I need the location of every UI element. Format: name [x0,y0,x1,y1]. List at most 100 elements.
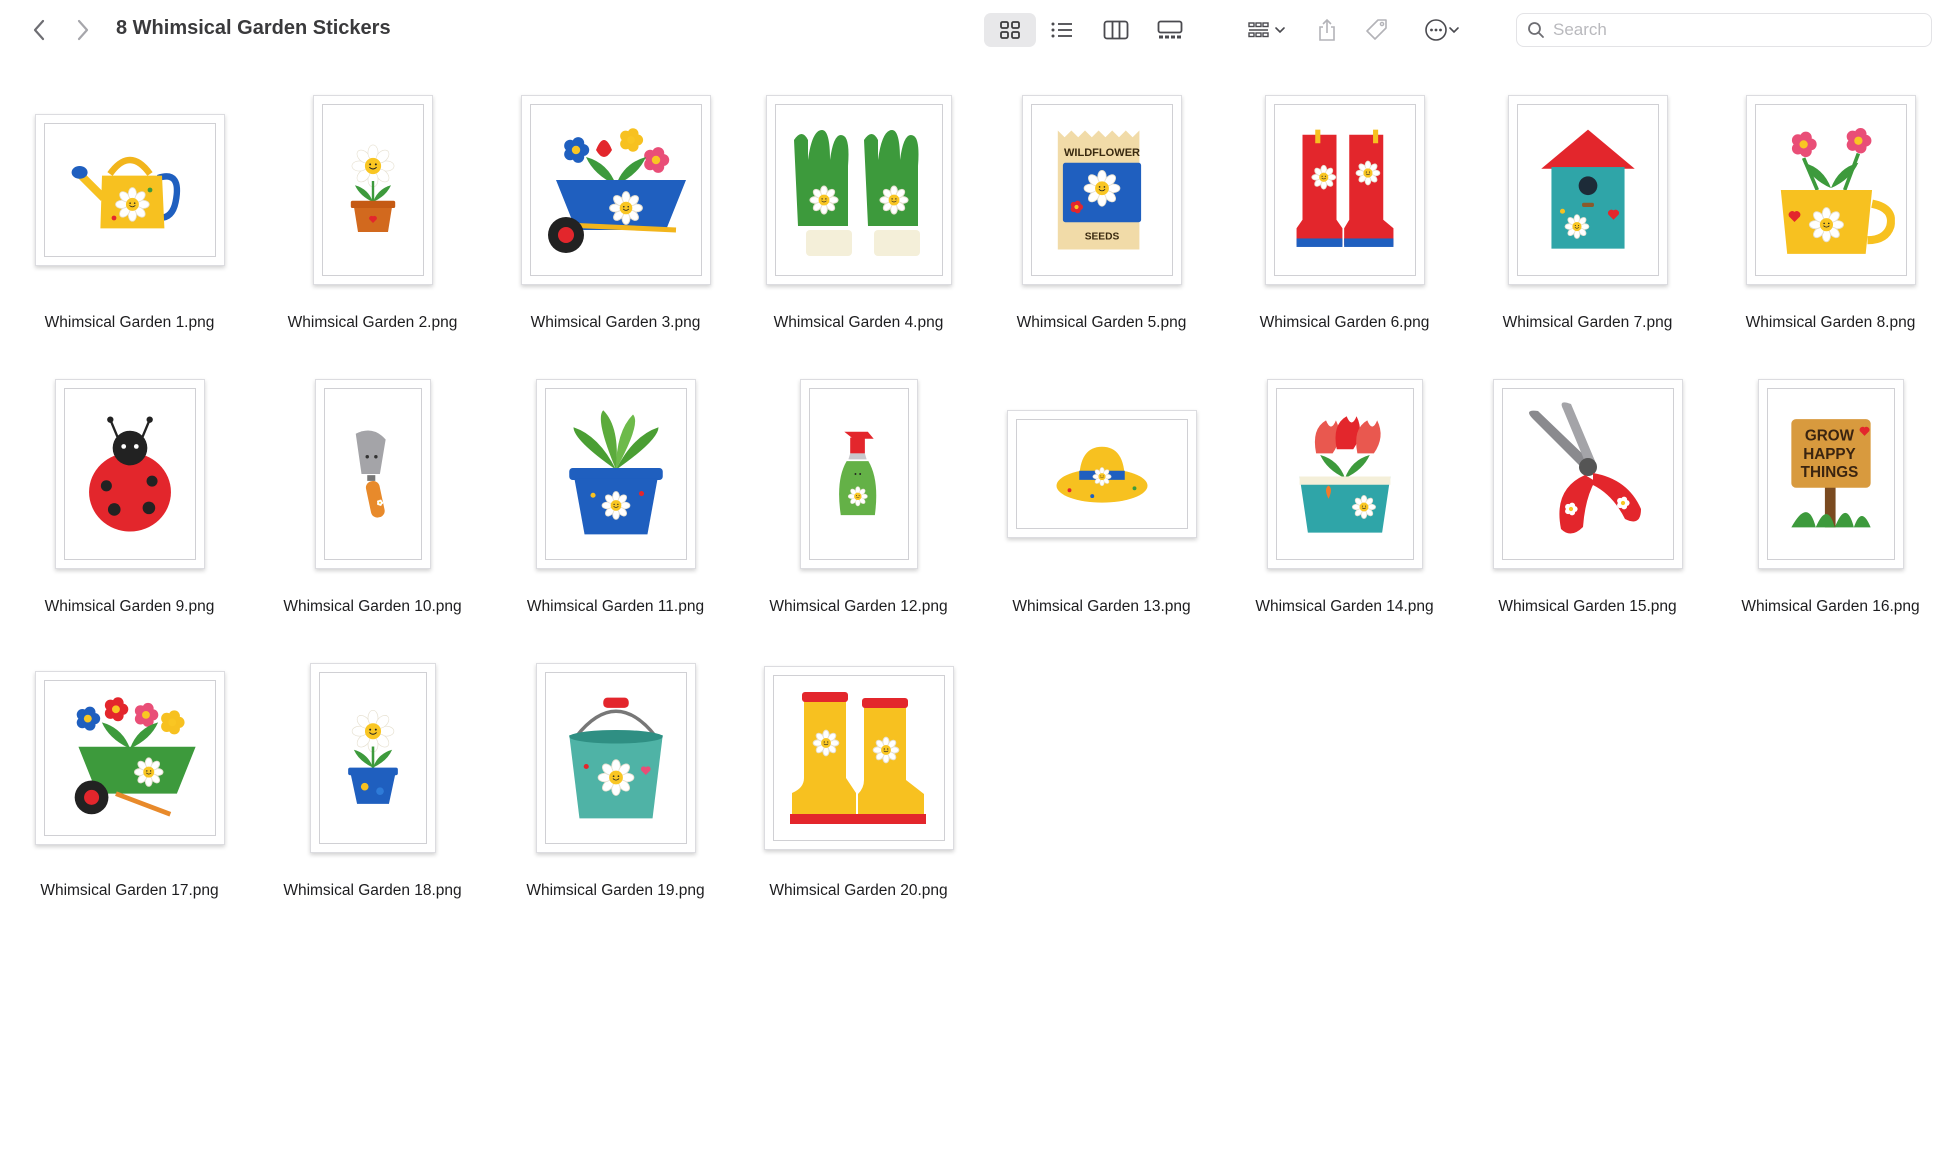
file-item[interactable]: Whimsical Garden 12.png [737,374,980,624]
file-name: Whimsical Garden 6.png [1259,314,1430,331]
back-button[interactable] [24,14,54,46]
file-item[interactable]: Whimsical Garden 15.png [1466,374,1709,624]
file-item[interactable]: GROW HAPPY THINGS Whimsical Garden 16.png [1709,374,1946,624]
file-item[interactable]: Whimsical Garden 1.png [8,90,251,340]
file-item[interactable]: Whimsical Garden 11.png [494,374,737,624]
file-name: Whimsical Garden 9.png [44,598,215,615]
file-item[interactable]: Whimsical Garden 7.png [1466,90,1709,340]
list-view-button[interactable] [1040,13,1084,47]
group-by-button[interactable] [1240,13,1294,47]
file-name: Whimsical Garden 2.png [287,314,458,331]
watering-can-sticker-icon [70,142,190,238]
file-item[interactable]: WILDFLOWER SEEDS Whimsical Garden 5.png [980,90,1223,340]
sign-line-2: HAPPY [1803,446,1856,463]
sign-line-1: GROW [1804,427,1854,444]
tag-icon [1366,19,1387,40]
flower-wheelbarrow-sticker-icon [536,120,696,260]
file-thumbnail-area [737,658,980,858]
file-thumbnail[interactable]: WILDFLOWER SEEDS [1021,95,1182,285]
file-item[interactable]: Whimsical Garden 13.png [980,374,1223,624]
file-thumbnail[interactable] [799,379,918,569]
tag-button[interactable] [1362,13,1392,47]
file-thumbnail-area [251,374,494,574]
file-item[interactable]: Whimsical Garden 17.png [8,658,251,908]
yellow-boots-sticker-icon [784,688,934,828]
file-name: Whimsical Garden 13.png [1012,598,1191,615]
icon-view-icon [1000,21,1020,39]
seed-packet-bottom-text: SEEDS [1084,231,1119,242]
file-name: Whimsical Garden 5.png [1016,314,1187,331]
file-thumbnail[interactable] [312,95,433,285]
window-title: 8 Whimsical Garden Stickers [116,17,391,39]
file-thumbnail[interactable] [34,671,225,845]
file-item[interactable]: Whimsical Garden 8.png [1709,90,1946,340]
file-thumbnail[interactable] [1745,95,1916,285]
file-name: Whimsical Garden 7.png [1502,314,1673,331]
file-thumbnail[interactable]: GROW HAPPY THINGS [1757,379,1904,569]
chevron-down-icon [1449,27,1459,34]
more-actions-button[interactable] [1416,13,1468,47]
file-thumbnail[interactable] [1266,379,1423,569]
file-name: Whimsical Garden 12.png [769,598,948,615]
birdhouse-sticker-icon [1532,126,1643,254]
file-item[interactable]: Whimsical Garden 20.png [737,658,980,908]
file-thumbnail-area [737,90,980,290]
red-boots-sticker-icon [1289,126,1400,254]
search-field[interactable] [1516,13,1932,47]
file-thumbnail[interactable] [54,379,205,569]
flower-mug-sticker-icon [1767,117,1895,263]
file-item[interactable]: Whimsical Garden 10.png [251,374,494,624]
file-thumbnail[interactable] [520,95,711,285]
trowel-sticker-icon [350,428,396,520]
file-thumbnail[interactable] [535,379,696,569]
forward-button[interactable] [68,14,98,46]
column-view-button[interactable] [1094,13,1138,47]
file-name: Whimsical Garden 17.png [40,882,219,899]
file-thumbnail[interactable] [1507,95,1668,285]
icon-view-button[interactable] [984,13,1036,47]
file-name: Whimsical Garden 14.png [1255,598,1434,615]
file-thumbnail[interactable] [765,95,952,285]
file-thumbnail[interactable] [763,666,954,850]
file-thumbnail[interactable] [314,379,431,569]
file-name: Whimsical Garden 11.png [526,598,705,615]
grow-happy-sign-sticker-icon: GROW HAPPY THINGS [1785,413,1877,535]
file-thumbnail-area [980,374,1223,574]
file-thumbnail-area [1466,90,1709,290]
file-name: Whimsical Garden 18.png [283,882,462,899]
pruning-shears-sticker-icon [1513,399,1663,549]
gallery-view-button[interactable] [1148,13,1192,47]
file-thumbnail[interactable] [309,663,436,853]
list-view-icon [1051,22,1072,38]
file-thumbnail-area [1223,374,1466,574]
file-thumbnail[interactable] [1492,379,1683,569]
file-item[interactable]: Whimsical Garden 9.png [8,374,251,624]
file-thumbnail[interactable] [535,663,696,853]
gallery-view-icon [1157,20,1183,39]
file-thumbnail-area [737,374,980,574]
file-thumbnail[interactable] [1264,95,1425,285]
file-thumbnail[interactable] [1006,410,1197,538]
file-thumbnail-area [494,90,737,290]
file-item[interactable]: Whimsical Garden 19.png [494,658,737,908]
file-name: Whimsical Garden 15.png [1498,598,1677,615]
search-input[interactable] [1551,19,1915,41]
file-item[interactable]: Whimsical Garden 3.png [494,90,737,340]
column-view-icon [1103,20,1129,40]
file-item[interactable]: Whimsical Garden 4.png [737,90,980,340]
file-name: Whimsical Garden 10.png [283,598,462,615]
file-name: Whimsical Garden 16.png [1741,598,1920,615]
file-item[interactable]: Whimsical Garden 14.png [1223,374,1466,624]
file-name: Whimsical Garden 3.png [530,314,701,331]
file-thumbnail-area: WILDFLOWER SEEDS [980,90,1223,290]
file-name: Whimsical Garden 19.png [526,882,705,899]
file-thumbnail[interactable] [34,114,225,266]
file-thumbnail-area [494,374,737,574]
file-item[interactable]: Whimsical Garden 18.png [251,658,494,908]
bucket-sticker-icon [560,694,671,822]
share-button[interactable] [1312,13,1342,47]
file-thumbnail-area [1709,90,1946,290]
file-item[interactable]: Whimsical Garden 6.png [1223,90,1466,340]
more-actions-icon [1425,19,1447,41]
file-item[interactable]: Whimsical Garden 2.png [251,90,494,340]
